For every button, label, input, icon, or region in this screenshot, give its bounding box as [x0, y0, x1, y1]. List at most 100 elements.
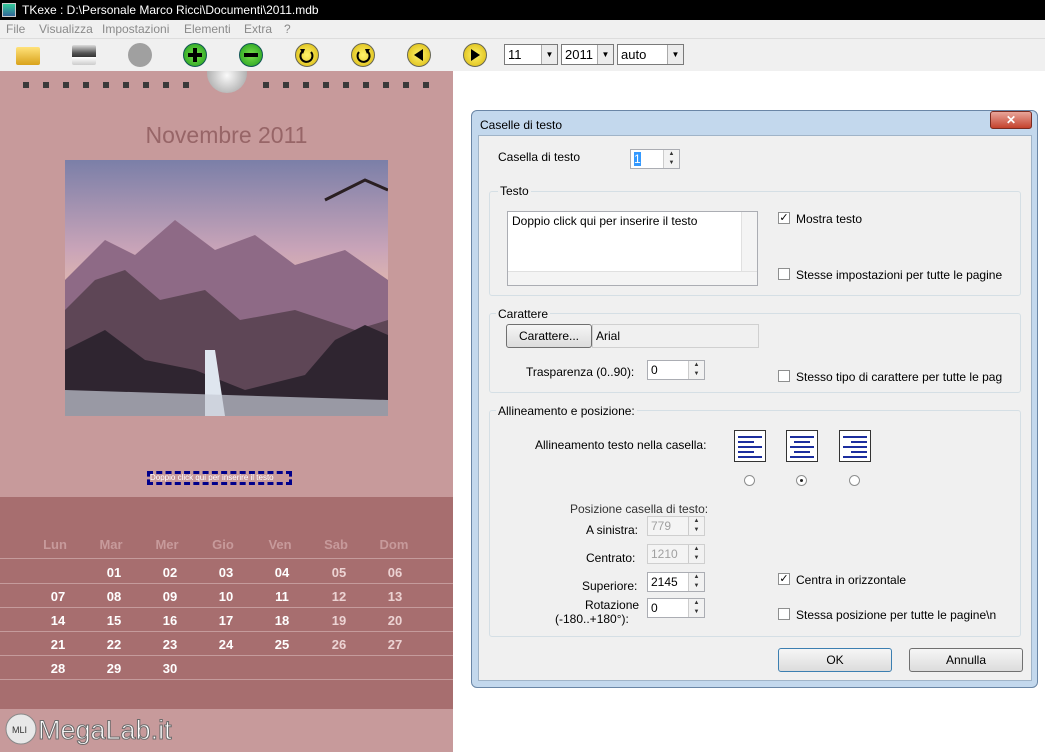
weekday-label: Ven	[268, 537, 292, 552]
grid-line	[0, 558, 453, 559]
weekday-label: Mar	[99, 537, 123, 552]
binding-ring	[363, 82, 369, 88]
align-center-icon[interactable]	[786, 430, 818, 462]
calendar-day: 21	[50, 637, 66, 652]
trasparenza-spinner[interactable]: 0 ▲ ▼	[647, 360, 705, 380]
calendar-day: 22	[106, 637, 122, 652]
month-title[interactable]: Novembre 2011	[0, 122, 453, 149]
calendar-day: 02	[162, 565, 178, 580]
app-icon	[2, 3, 16, 17]
trasparenza-label: Trasparenza (0..90):	[526, 365, 635, 379]
vertical-scrollbar[interactable]	[741, 212, 757, 272]
casella-spinner[interactable]: 1 ▲ ▼	[630, 149, 680, 169]
calendar-day: 28	[50, 661, 66, 676]
grid-line	[0, 583, 453, 584]
menu-impostazioni[interactable]: Impostazioni	[102, 22, 169, 36]
menu-extra[interactable]: Extra	[244, 22, 272, 36]
calendar-day: 29	[106, 661, 122, 676]
remove-icon[interactable]	[239, 43, 263, 67]
add-icon[interactable]	[183, 43, 207, 67]
testo-textarea[interactable]: Doppio click qui per inserire il testo	[507, 211, 758, 286]
align-right-radio[interactable]	[849, 475, 860, 486]
calendar-day: 15	[106, 613, 122, 628]
superiore-label: Superiore:	[582, 579, 638, 593]
binding-ring	[323, 82, 329, 88]
stesse-impostazioni-checkbox[interactable]	[778, 268, 790, 280]
binding-ring	[423, 82, 429, 88]
spin-arrows-icon[interactable]: ▲ ▼	[688, 599, 704, 617]
undo-icon[interactable]	[295, 43, 319, 67]
next-icon[interactable]	[463, 43, 487, 67]
centrato-spinner[interactable]: 1210 ▲ ▼	[647, 544, 705, 564]
horizontal-scrollbar[interactable]	[508, 271, 757, 285]
stesse-impostazioni-label: Stesse impostazioni per tutte le pagine	[796, 268, 1003, 282]
gray-circle-icon[interactable]	[128, 43, 152, 67]
binding-ring	[163, 82, 169, 88]
casella-value: 1	[634, 152, 641, 166]
menu-elementi[interactable]: Elementi	[184, 22, 231, 36]
calendar-day: 14	[50, 613, 66, 628]
binding-ring	[263, 82, 269, 88]
month-select[interactable]: 11 ▼	[504, 44, 558, 65]
calendar-day: 01	[106, 565, 122, 580]
calendar-day: 30	[162, 661, 178, 676]
stesso-tipo-checkbox[interactable]	[778, 370, 790, 382]
weekday-label: Lun	[43, 537, 67, 552]
spin-arrows-icon[interactable]: ▲ ▼	[688, 545, 704, 563]
rotazione-value: 0	[651, 601, 658, 615]
ok-button[interactable]: OK	[778, 648, 892, 672]
text-box[interactable]: Doppio click qui per inserire il testo	[147, 471, 292, 485]
superiore-spinner[interactable]: 2145 ▲ ▼	[647, 572, 705, 592]
calendar-day: 18	[274, 613, 290, 628]
align-right-icon[interactable]	[839, 430, 871, 462]
sinistra-label: A sinistra:	[586, 523, 639, 537]
align-left-radio[interactable]	[744, 475, 755, 486]
binding-ring	[383, 82, 389, 88]
centra-orizzontale-label: Centra in orizzontale	[796, 573, 907, 587]
annulla-button[interactable]: Annulla	[909, 648, 1023, 672]
carattere-button[interactable]: Carattere...	[506, 324, 592, 348]
align-center-radio[interactable]	[796, 475, 807, 486]
calendar-day: 12	[331, 589, 347, 604]
spin-arrows-icon[interactable]: ▲ ▼	[688, 573, 704, 591]
zoom-value: auto	[621, 47, 647, 62]
binding-ring	[283, 82, 289, 88]
calendar-day: 27	[387, 637, 403, 652]
sinistra-spinner[interactable]: 779 ▲ ▼	[647, 516, 705, 536]
mostra-testo-checkbox[interactable]: ✓	[778, 212, 790, 224]
calendar-photo[interactable]	[65, 160, 388, 416]
stessa-posizione-checkbox[interactable]	[778, 608, 790, 620]
align-left-icon[interactable]	[734, 430, 766, 462]
open-folder-icon[interactable]	[16, 47, 40, 65]
megalab-logo: MLI MegaLab.it	[0, 707, 200, 749]
chevron-down-icon: ▼	[541, 45, 557, 64]
binding-ring	[343, 82, 349, 88]
previous-icon[interactable]	[407, 43, 431, 67]
menu-help[interactable]: ?	[284, 22, 291, 36]
spin-arrows-icon[interactable]: ▲ ▼	[663, 150, 679, 168]
calendar-day: 11	[275, 589, 289, 604]
calendar-day: 08	[106, 589, 122, 604]
spin-arrows-icon[interactable]: ▲ ▼	[688, 517, 704, 535]
watermark-text: MegaLab.it	[38, 715, 172, 745]
spin-arrows-icon[interactable]: ▲ ▼	[688, 361, 704, 379]
logo-badge-letters: MLI	[12, 725, 27, 735]
window-title: TKexe : D:\Personale Marco Ricci\Documen…	[22, 3, 319, 17]
year-select[interactable]: 2011 ▼	[561, 44, 614, 65]
toolbar: 11 ▼ 2011 ▼ auto ▼	[0, 39, 1045, 71]
rotazione-spinner[interactable]: 0 ▲ ▼	[647, 598, 705, 618]
menu-visualizza[interactable]: Visualizza	[39, 22, 93, 36]
centra-orizzontale-checkbox[interactable]: ✓	[778, 573, 790, 585]
calendar-day: 06	[387, 565, 403, 580]
binding-ring	[103, 82, 109, 88]
redo-icon[interactable]	[351, 43, 375, 67]
calendar-day: 13	[387, 589, 403, 604]
print-icon[interactable]	[72, 45, 96, 65]
calendar-day: 04	[274, 565, 290, 580]
weekday-label: Dom	[379, 537, 409, 552]
close-icon[interactable]: ✕	[990, 111, 1032, 129]
zoom-select[interactable]: auto ▼	[617, 44, 684, 65]
mostra-testo-label: Mostra testo	[796, 212, 863, 226]
stessa-posizione-label: Stessa posizione per tutte le pagine\n	[796, 608, 997, 622]
menu-file[interactable]: File	[6, 22, 25, 36]
